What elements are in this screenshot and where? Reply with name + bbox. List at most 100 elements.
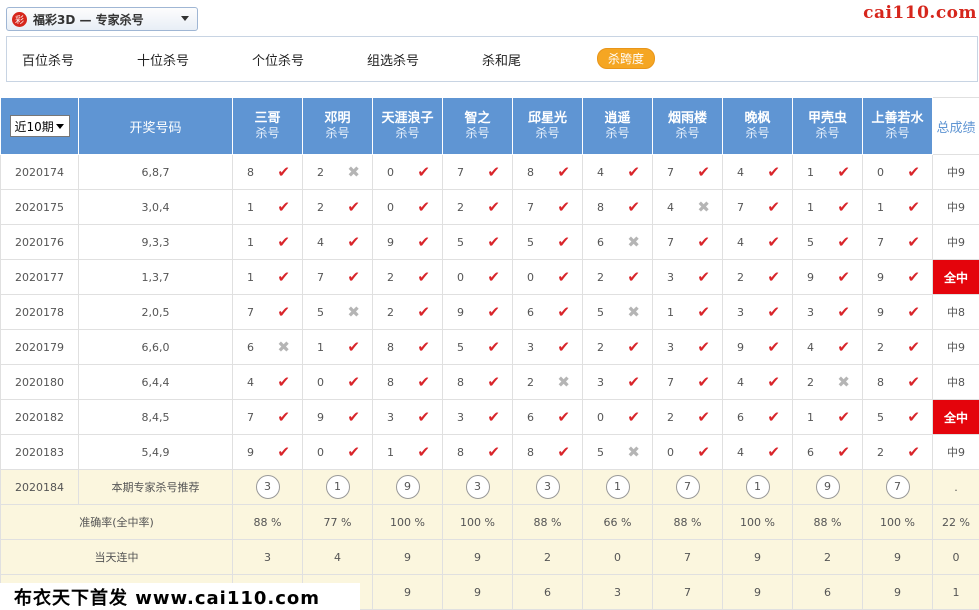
site-logo[interactable]: cai110.com [863, 3, 977, 23]
pick-cell: 5 ✔ [862, 399, 933, 435]
pick-cell: 6 ✔ [722, 399, 793, 435]
kill-number: 7 [667, 235, 674, 249]
check-icon: ✔ [767, 162, 780, 181]
check-icon: ✔ [767, 407, 780, 426]
pick-content: 8 ✔ [864, 374, 932, 390]
kill-number: 0 [317, 375, 324, 389]
total-score: 中9 [932, 154, 979, 190]
check-icon: ✔ [557, 302, 570, 321]
pick-content: 4 ✔ [234, 374, 302, 390]
lottery-type-select[interactable]: 彩 福彩3D — 专家杀号 [6, 7, 198, 31]
stat-value: 88 % [232, 504, 303, 540]
pick-cell: 3 ✔ [582, 364, 653, 400]
check-icon: ✔ [417, 232, 430, 251]
pick-content: 4 ✔ [724, 444, 792, 460]
tab-hundreds-kill[interactable]: 百位杀号 [22, 50, 74, 69]
pick-cell: 3 ✔ [652, 259, 723, 295]
kill-number: 7 [247, 410, 254, 424]
tab-span-kill[interactable]: 杀跨度 [597, 48, 656, 69]
pick-cell: 5 ✔ [512, 224, 583, 260]
tab-sum-tail-kill[interactable]: 杀和尾 [482, 50, 521, 69]
period-select-label: 近10期 [14, 120, 54, 134]
pick-cell: 8 ✔ [372, 364, 443, 400]
kill-number: 8 [457, 375, 464, 389]
kill-number: 1 [807, 200, 814, 214]
total-score: 中8 [932, 294, 979, 330]
cross-icon: ✖ [347, 162, 360, 181]
pick-cell: 4 ✔ [792, 329, 863, 365]
recommend-number: 9 [815, 475, 840, 499]
kill-number: 8 [247, 165, 254, 179]
kill-number: 0 [597, 410, 604, 424]
kill-number: 0 [667, 445, 674, 459]
tab-units-kill[interactable]: 个位杀号 [252, 50, 304, 69]
chevron-down-icon [55, 124, 64, 129]
recommend-label: 本期专家杀号推荐 [78, 469, 233, 505]
pick-content: 3 ✔ [374, 409, 442, 425]
pick-content: 7 ✔ [514, 197, 582, 216]
pick-content: 6 ✔ [514, 409, 582, 425]
check-icon: ✔ [417, 372, 430, 391]
pick-cell: 9 ✔ [722, 329, 793, 365]
kill-number: 1 [247, 235, 254, 249]
pick-content: 7 ✔ [304, 269, 372, 285]
stat-value: 100 % [442, 504, 513, 540]
recommend-number: 7 [675, 475, 700, 499]
kill-number: 3 [737, 305, 744, 319]
check-icon: ✔ [347, 407, 360, 426]
pick-content: 7 ✔ [654, 232, 722, 251]
kill-number: 1 [877, 200, 884, 214]
check-icon: ✔ [697, 232, 710, 251]
pick-cell: 9 ✔ [232, 434, 303, 470]
kill-number: 3 [457, 410, 464, 424]
pick-content: 1 ✔ [794, 409, 862, 425]
cross-icon: ✖ [557, 372, 570, 391]
pick-cell: 9 ✔ [442, 294, 513, 330]
expert-sub-label: 杀号 [745, 126, 770, 140]
kill-number: 1 [247, 270, 254, 284]
expert-header: 晚枫 杀号 [722, 97, 793, 155]
check-icon: ✔ [557, 197, 570, 216]
draw-number: 6,4,4 [78, 364, 233, 400]
pick-cell: 6 ✔ [512, 294, 583, 330]
pick-content: 1 ✔ [304, 339, 372, 355]
cross-icon: ✖ [627, 302, 640, 321]
check-icon: ✔ [627, 372, 640, 391]
tab-group-kill[interactable]: 组选杀号 [367, 50, 419, 69]
check-icon: ✔ [347, 372, 360, 391]
recommend-cell: 1 [582, 469, 653, 505]
kill-number: 2 [387, 305, 394, 319]
check-icon: ✔ [697, 267, 710, 286]
pick-cell: 4 ✖ [652, 189, 723, 225]
kill-number: 2 [737, 270, 744, 284]
recommend-number: 3 [535, 475, 560, 499]
pick-content: 7 ✔ [654, 374, 722, 390]
pick-content: 9 ✔ [864, 269, 932, 285]
pick-cell: 2 ✔ [722, 259, 793, 295]
pick-cell: 2 ✔ [862, 329, 933, 365]
pick-cell: 2 ✖ [512, 364, 583, 400]
kill-number: 7 [737, 200, 744, 214]
pick-cell: 8 ✔ [512, 154, 583, 190]
total-score: 中9 [932, 329, 979, 365]
recommend-total: . [932, 469, 979, 505]
expert-header: 天涯浪子 杀号 [372, 97, 443, 155]
period-select[interactable]: 近10期 [9, 115, 70, 137]
pick-content: 2 ✔ [304, 199, 372, 215]
issue-number: 2020174 [0, 154, 79, 190]
stat-total: 0 [932, 539, 979, 575]
pick-content: 2 ✔ [584, 269, 652, 285]
tab-tens-kill[interactable]: 十位杀号 [137, 50, 189, 69]
stat-value: 6 [792, 574, 863, 610]
check-icon: ✔ [907, 232, 920, 251]
pick-content: 4 ✔ [304, 234, 372, 250]
pick-content: 6 ✖ [584, 234, 652, 250]
recommend-number: 3 [465, 475, 490, 499]
check-icon: ✔ [907, 197, 920, 216]
pick-content: 8 ✔ [514, 444, 582, 460]
expert-sub-label: 杀号 [605, 126, 630, 140]
kill-number: 2 [387, 270, 394, 284]
kill-number: 9 [737, 340, 744, 354]
stat-value: 66 % [582, 504, 653, 540]
expert-name: 逍遥 [604, 111, 631, 126]
